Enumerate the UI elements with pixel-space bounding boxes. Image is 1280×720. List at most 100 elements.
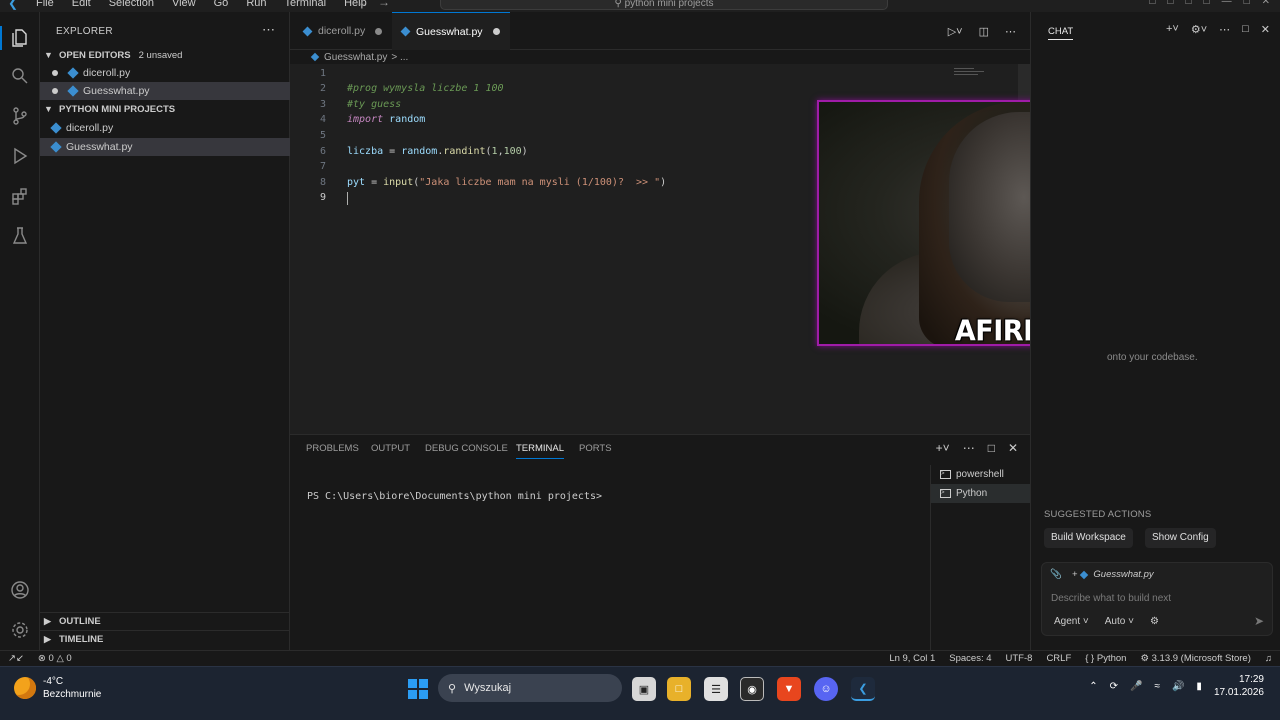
unsaved-dot-icon[interactable] (52, 70, 58, 76)
menu-edit[interactable]: Edit (72, 0, 101, 9)
settings-gear-icon[interactable] (8, 618, 32, 642)
minimize-icon[interactable]: — (1222, 0, 1232, 7)
tab-ports[interactable]: PORTS (579, 443, 612, 458)
line-ending[interactable]: CRLF (1046, 653, 1071, 664)
timeline-header[interactable]: ▶ TIMELINE (40, 630, 290, 648)
nav-arrows[interactable]: ←→ (356, 0, 400, 9)
project-file-item[interactable]: diceroll.py (40, 119, 290, 137)
forward-arrow-icon[interactable]: → (378, 0, 400, 9)
breadcrumb-file[interactable]: Guesswhat.py (324, 52, 387, 63)
model-dropdown[interactable]: Auto ˅ (1105, 616, 1134, 627)
command-center-search[interactable]: ⚲ python mini projects (440, 0, 888, 10)
tab-diceroll[interactable]: diceroll.py (294, 12, 392, 50)
new-chat-icon[interactable]: +˅ (1166, 23, 1179, 36)
wifi-icon[interactable]: ≈ (1154, 681, 1160, 692)
encoding[interactable]: UTF-8 (1006, 653, 1033, 664)
tab-terminal[interactable]: TERMINAL (516, 443, 565, 459)
open-editor-item[interactable]: Guesswhat.py (40, 82, 290, 100)
more-actions-icon[interactable]: ⋯ (1219, 23, 1230, 36)
windows-start-icon[interactable] (408, 679, 428, 699)
tab-output[interactable]: OUTPUT (371, 443, 410, 458)
build-workspace-button[interactable]: Build Workspace (1044, 528, 1133, 548)
menu-terminal[interactable]: Terminal (285, 0, 337, 9)
sidebar-toggle-icon[interactable]: □ (1167, 0, 1173, 7)
explorer-icon[interactable] (0, 26, 32, 50)
language-mode[interactable]: { } Python (1085, 653, 1126, 664)
layout-icon[interactable]: □ (1149, 0, 1155, 7)
brave-browser-icon[interactable]: ▼ (777, 677, 801, 701)
show-config-button[interactable]: Show Config (1145, 528, 1216, 548)
menu-file[interactable]: File (36, 0, 64, 9)
outline-header[interactable]: ▶ OUTLINE (40, 612, 290, 630)
panel-toggle-icon[interactable]: □ (1185, 0, 1191, 7)
chevron-up-icon[interactable]: ⌃ (1089, 681, 1097, 692)
menu-run[interactable]: Run (246, 0, 276, 9)
unsaved-dot-icon[interactable] (52, 88, 58, 94)
open-editors-header[interactable]: ▼ OPEN EDITORS 2 unsaved (40, 46, 290, 64)
close-icon[interactable]: ✕ (1261, 23, 1270, 36)
tab-guesswhat[interactable]: Guesswhat.py (392, 12, 510, 50)
indentation[interactable]: Spaces: 4 (949, 653, 991, 664)
extensions-icon[interactable] (8, 184, 32, 208)
chat-title[interactable]: CHAT (1048, 26, 1074, 40)
tab-problems[interactable]: PROBLEMS (306, 443, 359, 458)
send-icon[interactable]: ➤ (1254, 614, 1264, 628)
volume-icon[interactable]: 🔊 (1172, 681, 1184, 692)
more-actions-icon[interactable]: ⋯ (262, 22, 275, 38)
project-folder-header[interactable]: ▼ PYTHON MINI PROJECTS (40, 100, 290, 118)
obs-icon[interactable]: ◉ (740, 677, 764, 701)
menu-go[interactable]: Go (214, 0, 239, 9)
maximize-panel-icon[interactable]: □ (988, 441, 995, 455)
terminal-item-powershell[interactable]: > powershell (931, 465, 1031, 484)
more-actions-icon[interactable]: ⋯ (963, 441, 975, 455)
file-explorer-icon[interactable]: □ (667, 677, 691, 701)
maximize-icon[interactable]: □ (1244, 0, 1250, 7)
chat-input-box[interactable]: 📎 + Guesswhat.py Describe what to build n… (1041, 562, 1273, 636)
taskbar-search[interactable]: ⚲ Wyszukaj (438, 674, 622, 702)
agent-mode-dropdown[interactable]: Agent ˅ (1054, 616, 1089, 627)
vscode-taskbar-icon[interactable]: ❮ (851, 677, 875, 701)
notifications-bell-icon[interactable]: ♫ (1265, 653, 1272, 664)
menu-selection[interactable]: Selection (109, 0, 164, 9)
discord-icon[interactable]: ☺ (814, 677, 838, 701)
tab-debug-console[interactable]: DEBUG CONSOLE (425, 443, 508, 458)
menu-view[interactable]: View (172, 0, 206, 9)
run-debug-icon[interactable] (8, 144, 32, 168)
run-file-icon[interactable]: ▷˅ (948, 25, 963, 38)
interpreter[interactable]: ⚙ 3.13.9 (Microsoft Store) (1140, 653, 1250, 664)
remote-icon[interactable]: ↗↙ (8, 653, 24, 664)
close-panel-icon[interactable]: ✕ (1008, 441, 1018, 455)
task-view-icon[interactable]: ▣ (632, 677, 656, 701)
back-arrow-icon[interactable]: ← (356, 0, 378, 9)
terminal-item-python[interactable]: > Python (931, 484, 1031, 503)
attach-icon[interactable]: 📎 (1050, 569, 1062, 580)
open-editor-item[interactable]: diceroll.py (40, 64, 290, 82)
notepad-icon[interactable]: ☰ (704, 677, 728, 701)
microphone-icon[interactable]: 🎤 (1130, 681, 1142, 692)
battery-icon[interactable]: ▮ (1196, 681, 1202, 692)
testing-icon[interactable] (8, 224, 32, 248)
close-window-icon[interactable]: ✕ (1262, 0, 1270, 7)
unsaved-dot-icon[interactable] (375, 27, 383, 35)
maximize-icon[interactable]: □ (1242, 23, 1249, 36)
search-icon[interactable] (8, 64, 32, 88)
new-terminal-icon[interactable]: +˅ (936, 441, 950, 455)
problems-status[interactable]: ⊗ 0 △ 0 (38, 653, 72, 664)
settings-gear-icon[interactable]: ⚙˅ (1191, 23, 1207, 36)
terminal-prompt[interactable]: PS C:\Users\biore\Documents\python mini … (307, 491, 602, 502)
cursor-position[interactable]: Ln 9, Col 1 (889, 653, 935, 664)
source-control-icon[interactable] (8, 104, 32, 128)
secondary-sidebar-icon[interactable]: □ (1204, 0, 1210, 7)
unsaved-dot-icon[interactable] (492, 28, 500, 35)
clock[interactable]: 17:29 17.01.2026 (1214, 673, 1264, 699)
split-editor-icon[interactable]: ◫ (979, 25, 989, 38)
breadcrumb-rest[interactable]: > ... (391, 52, 408, 63)
weather-widget[interactable]: -4°C Bezchmurnie (14, 675, 101, 701)
more-actions-icon[interactable]: ⋯ (1005, 25, 1016, 38)
project-file-item[interactable]: Guesswhat.py (40, 138, 290, 156)
sync-icon[interactable]: ⟳ (1110, 681, 1118, 692)
minimap[interactable] (954, 68, 990, 80)
context-file-chip[interactable]: + Guesswhat.py (1072, 569, 1154, 580)
account-icon[interactable] (8, 578, 32, 602)
tools-icon[interactable]: ⚙ (1150, 616, 1159, 627)
